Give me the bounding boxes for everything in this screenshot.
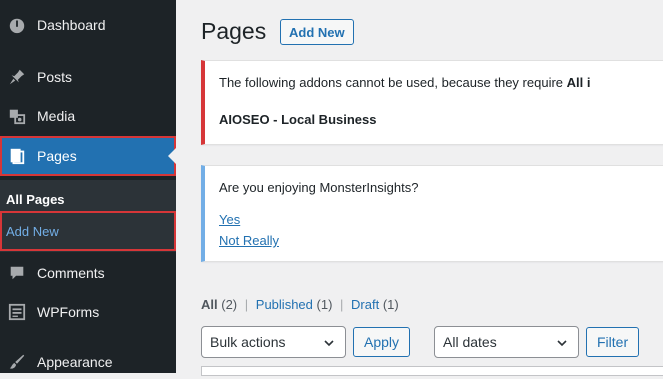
addon-name: AIOSEO - Local Business [219,112,377,127]
dates-select[interactable]: All dates [434,326,579,358]
sidebar-item-label: WPForms [37,304,100,320]
pages-icon [7,146,27,166]
sidebar-item-media[interactable]: Media [0,99,176,133]
addons-error-notice: The following addons cannot be used, bec… [201,60,663,145]
monsterinsights-notice: Are you enjoying MonsterInsights? Yes No… [201,165,663,262]
filter-published[interactable]: Published [256,297,313,312]
sidebar-item-label: Appearance [37,354,113,370]
admin-sidebar: Dashboard Posts Media Pages All Pages Ad… [0,0,176,373]
sidebar-item-label: Media [37,108,76,124]
chevron-down-icon [323,336,335,352]
notice-message: The following addons cannot be used, bec… [219,75,591,90]
dates-value: All dates [443,334,497,350]
sidebar-item-pages[interactable]: Pages [0,136,176,176]
main-content: Pages Add New The following addons canno… [176,0,663,376]
sidebar-item-label: Dashboard [37,17,106,33]
dashboard-icon [7,15,27,35]
sidebar-item-wpforms[interactable]: WPForms [0,295,176,329]
current-menu-arrow [168,148,176,164]
media-icon [7,106,27,126]
pages-submenu: All Pages Add New [0,180,176,252]
pin-icon [7,67,27,87]
notice-question: Are you enjoying MonsterInsights? [219,180,419,195]
bulk-actions-value: Bulk actions [210,334,286,350]
submenu-add-new[interactable]: Add New [0,211,176,251]
sidebar-item-posts[interactable]: Posts [0,60,176,94]
comment-icon [7,263,27,283]
filter-draft-count: (1) [382,297,399,312]
filter-all-count: (2) [221,297,238,312]
yes-link[interactable]: Yes [219,212,240,227]
not-really-link[interactable]: Not Really [219,233,279,248]
pages-table [201,366,663,376]
apply-button[interactable]: Apply [353,327,411,357]
sidebar-item-label: Comments [37,265,105,281]
forms-icon [7,302,27,322]
chevron-down-icon [556,336,568,352]
filter-button[interactable]: Filter [586,327,640,357]
sidebar-item-label: Pages [37,148,77,164]
sidebar-item-dashboard[interactable]: Dashboard [0,8,176,42]
sidebar-item-comments[interactable]: Comments [0,256,176,290]
add-new-button[interactable]: Add New [280,19,354,45]
status-filters: All (2) | Published (1) | Draft (1) [201,297,399,312]
separator: | [340,297,344,312]
page-title: Pages [201,18,267,44]
submenu-all-pages[interactable]: All Pages [0,185,176,213]
filter-draft[interactable]: Draft [351,297,379,312]
brush-icon [7,352,27,372]
filter-published-count: (1) [316,297,333,312]
separator: | [244,297,249,312]
bulk-actions-select[interactable]: Bulk actions [201,326,346,358]
filter-all[interactable]: All [201,297,218,312]
sidebar-item-appearance[interactable]: Appearance [0,345,176,379]
sidebar-item-label: Posts [37,69,73,85]
